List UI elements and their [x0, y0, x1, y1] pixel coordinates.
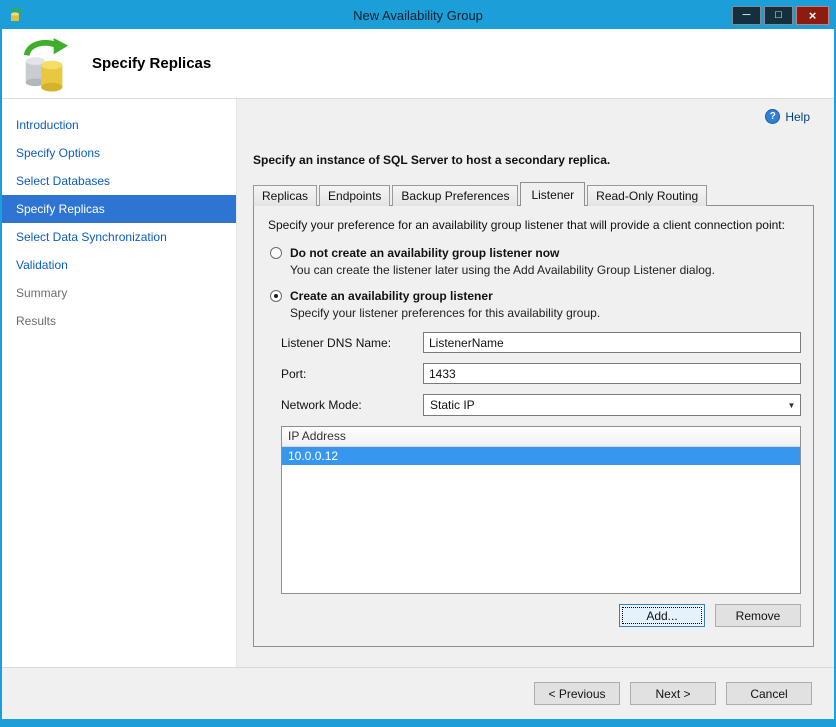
radio-no-listener-circle[interactable]	[270, 247, 282, 259]
network-mode-label: Network Mode:	[281, 398, 362, 412]
sidebar-item-validation[interactable]: Validation	[2, 251, 236, 279]
listener-intro-text: Specify your preference for an availabil…	[268, 218, 785, 232]
main-content: ? Help Specify an instance of SQL Server…	[237, 99, 834, 667]
radio-create-listener-circle[interactable]	[270, 290, 282, 302]
wizard-header: Specify Replicas	[2, 29, 834, 99]
sidebar-item-introduction[interactable]: Introduction	[2, 111, 236, 139]
close-icon: ×	[808, 8, 817, 23]
help-label: Help	[785, 109, 810, 124]
port-input[interactable]	[423, 363, 801, 384]
chevron-down-icon: ▼	[787, 400, 796, 410]
radio-no-listener-description: You can create the listener later using …	[290, 263, 715, 277]
replica-tabs: Replicas Endpoints Backup Preferences Li…	[253, 181, 814, 206]
tab-listener[interactable]: Listener	[520, 182, 586, 206]
window-title: New Availability Group	[353, 8, 483, 23]
help-icon: ?	[765, 109, 781, 124]
app-icon	[10, 7, 23, 21]
wizard-steps-sidebar: Introduction Specify Options Select Data…	[2, 99, 237, 667]
ip-address-column-header: IP Address	[282, 427, 800, 447]
tab-replicas[interactable]: Replicas	[253, 185, 318, 206]
radio-no-listener-label: Do not create an availability group list…	[290, 246, 560, 260]
tab-endpoints[interactable]: Endpoints	[319, 185, 391, 206]
sidebar-item-select-databases[interactable]: Select Databases	[2, 167, 236, 195]
close-button[interactable]: ×	[796, 6, 829, 25]
availability-group-icon	[23, 37, 69, 91]
new-availability-group-dialog: New Availability Group ─ □ × Specify Rep…	[0, 0, 836, 727]
tab-read-only-routing[interactable]: Read-Only Routing	[587, 185, 708, 206]
radio-create-listener-description: Specify your listener preferences for th…	[290, 306, 601, 320]
radio-no-listener[interactable]: Do not create an availability group list…	[270, 246, 801, 260]
wizard-footer: < Previous Next > Cancel	[2, 667, 834, 719]
sidebar-item-summary: Summary	[16, 286, 68, 300]
previous-button[interactable]: < Previous	[534, 682, 620, 705]
maximize-button[interactable]: □	[764, 6, 793, 25]
port-label: Port:	[281, 366, 307, 381]
sidebar-item-specify-options[interactable]: Specify Options	[2, 139, 236, 167]
ip-address-list[interactable]: IP Address 10.0.0.12	[281, 426, 801, 594]
dns-name-label: Listener DNS Name:	[281, 335, 392, 350]
minimize-icon: ─	[742, 9, 751, 21]
add-button[interactable]: Add...	[619, 604, 705, 627]
tab-backup-preferences[interactable]: Backup Preferences	[392, 185, 519, 206]
ip-address-row[interactable]: 10.0.0.12	[282, 447, 800, 465]
minimize-button[interactable]: ─	[732, 6, 761, 25]
sidebar-item-select-data-synchronization[interactable]: Select Data Synchronization	[2, 223, 236, 251]
window-controls: ─ □ ×	[732, 6, 834, 25]
network-mode-value: Static IP	[430, 398, 475, 412]
dns-name-input[interactable]	[423, 332, 801, 353]
cancel-button[interactable]: Cancel	[726, 682, 812, 705]
help-link[interactable]: ? Help	[765, 109, 810, 124]
listener-tab-panel: Specify your preference for an availabil…	[253, 205, 814, 647]
maximize-icon: □	[775, 9, 782, 21]
title-bar[interactable]: New Availability Group ─ □ ×	[2, 2, 834, 29]
sidebar-item-results: Results	[16, 314, 57, 328]
radio-create-listener-label: Create an availability group listener	[290, 289, 493, 303]
radio-create-listener[interactable]: Create an availability group listener	[270, 289, 801, 303]
network-mode-dropdown[interactable]: Static IP ▼	[423, 394, 801, 416]
sidebar-item-specify-replicas[interactable]: Specify Replicas	[2, 195, 236, 223]
instruction-text: Specify an instance of SQL Server to hos…	[253, 153, 611, 167]
remove-button[interactable]: Remove	[715, 604, 801, 627]
next-button[interactable]: Next >	[630, 682, 716, 705]
page-title: Specify Replicas	[92, 55, 212, 72]
